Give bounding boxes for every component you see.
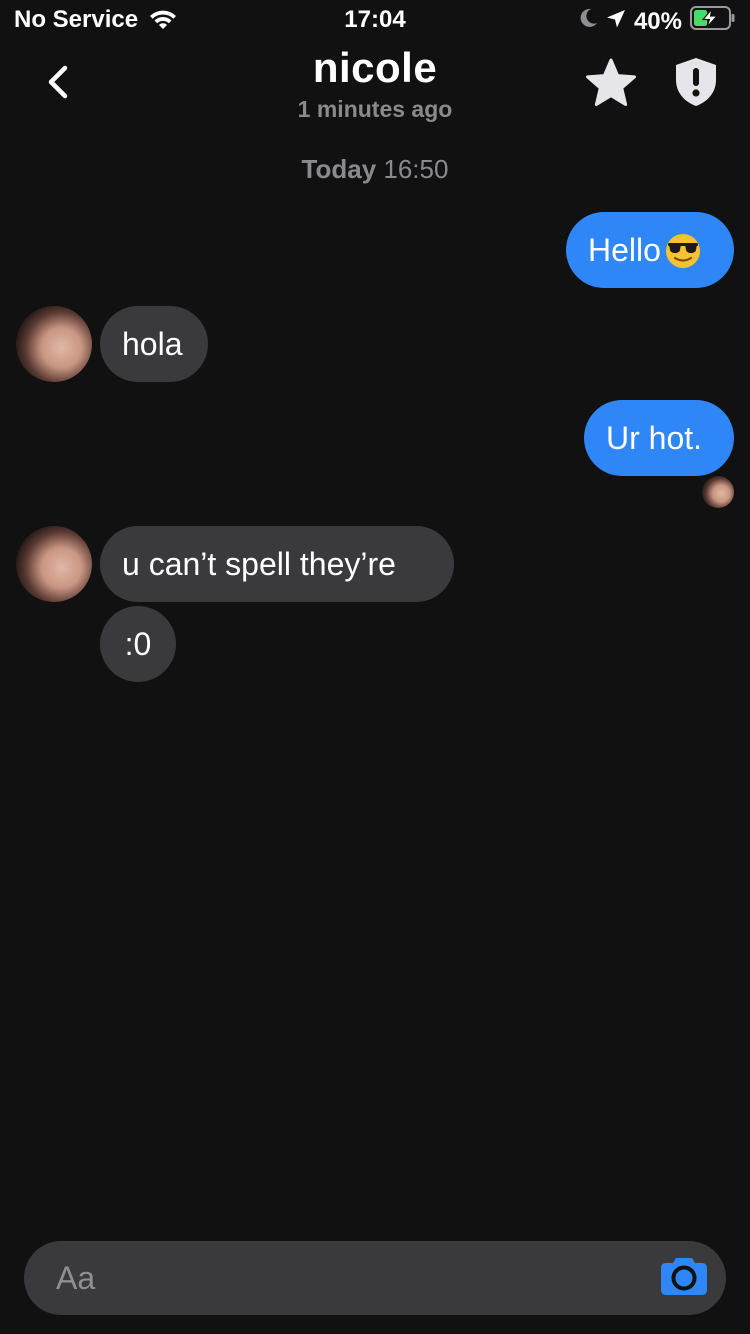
star-icon [585, 58, 637, 113]
outgoing-message-bubble[interactable]: Hello [566, 212, 734, 288]
message-text: :0 [124, 625, 152, 662]
status-bar: No Service 17:04 40% [0, 0, 750, 40]
read-receipt-avatar [702, 476, 734, 508]
date-separator-day: Today [301, 154, 377, 184]
favorite-button[interactable] [584, 58, 638, 112]
camera-button[interactable] [660, 1255, 708, 1301]
smiling-face-with-sunglasses-icon [663, 230, 703, 270]
outgoing-message-bubble[interactable]: Ur hot. [584, 400, 734, 476]
message-input[interactable] [56, 1241, 636, 1315]
date-separator-time: 16:50 [383, 154, 449, 184]
moon-icon [578, 7, 598, 36]
message-text: Hello [588, 231, 661, 268]
camera-icon [660, 1256, 708, 1301]
message-text: hola [122, 325, 183, 362]
message-composer [24, 1241, 726, 1315]
location-arrow-icon [606, 8, 626, 36]
date-separator: Today 16:50 [0, 154, 750, 185]
contact-avatar[interactable] [16, 526, 92, 602]
incoming-message-bubble[interactable]: u can’t spell they’re [100, 526, 454, 602]
incoming-message-bubble[interactable]: :0 [100, 606, 176, 682]
status-right: 40% [570, 6, 736, 37]
shield-alert-icon [673, 56, 719, 113]
contact-avatar[interactable] [16, 306, 92, 382]
message-text: Ur hot. [606, 419, 703, 456]
message-text: u can’t spell they’re [122, 545, 396, 582]
battery-percent: 40% [633, 7, 682, 35]
incoming-message-bubble[interactable]: hola [100, 306, 208, 382]
battery-charging-icon [690, 6, 736, 37]
report-button[interactable] [670, 56, 722, 112]
